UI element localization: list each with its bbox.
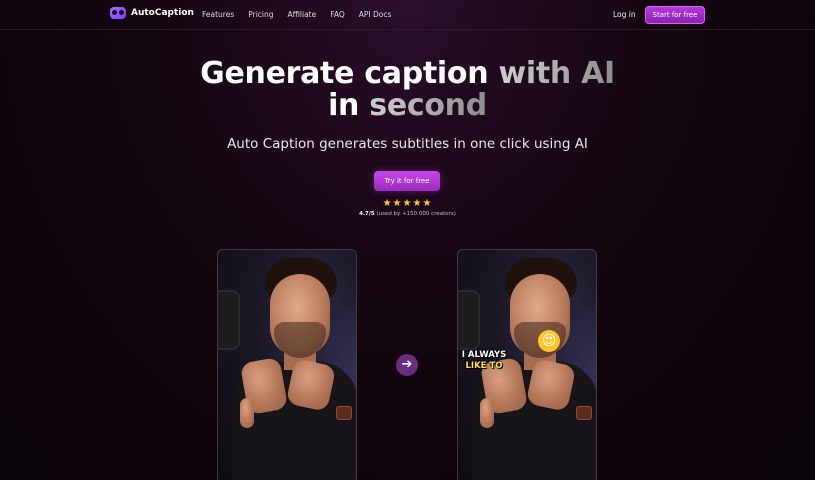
- try-it-for-free-button[interactable]: Try it for free: [374, 171, 440, 191]
- nav-link-features[interactable]: Features: [202, 10, 234, 19]
- heart-eyes-emoji-icon: 😍: [538, 330, 560, 352]
- nav-link-pricing[interactable]: Pricing: [248, 10, 273, 19]
- thumb: [240, 398, 254, 428]
- headline-part-2: with AI: [498, 56, 615, 91]
- nav-link-affiliate[interactable]: Affiliate: [288, 10, 317, 19]
- rating-value: 4.7/5: [359, 211, 375, 217]
- nav-link-api-docs[interactable]: API Docs: [359, 10, 392, 19]
- headline-part-4: second: [369, 88, 487, 123]
- logo-icon: [110, 7, 126, 19]
- watch: [576, 406, 592, 420]
- microphone: [458, 290, 480, 350]
- start-for-free-button[interactable]: Start for free: [645, 6, 705, 24]
- microphone: [218, 290, 240, 350]
- rating-text: 4.7/5 (used by +150.000 creators): [0, 211, 815, 217]
- top-nav: AutoCaption Features Pricing Affiliate F…: [0, 0, 815, 30]
- thumb: [480, 398, 494, 428]
- nav-link-faq[interactable]: FAQ: [330, 10, 345, 19]
- video-after[interactable]: 😍 I ALWAYS LIKE TO: [457, 249, 597, 480]
- hero-headline: Generate caption with AI in second: [0, 58, 815, 122]
- hero-subtitle: Auto Caption generates subtitles in one …: [227, 136, 588, 152]
- arrow-right-icon: ➔: [396, 354, 418, 376]
- watch: [336, 406, 352, 420]
- nav-links: Features Pricing Affiliate FAQ API Docs: [202, 10, 405, 19]
- caption-line-2: LIKE TO: [465, 361, 503, 371]
- rating-usage: (used by +150.000 creators): [374, 211, 456, 217]
- video-before[interactable]: [217, 249, 357, 480]
- headline-part-1: Generate caption: [200, 56, 499, 91]
- brand-logo[interactable]: AutoCaption: [110, 7, 194, 19]
- headline-part-3: in: [328, 88, 370, 123]
- login-link[interactable]: Log in: [613, 10, 636, 19]
- rating-stars: ★★★★★: [382, 198, 433, 209]
- caption-line-1: I ALWAYS: [461, 350, 507, 360]
- brand-name: AutoCaption: [131, 8, 194, 18]
